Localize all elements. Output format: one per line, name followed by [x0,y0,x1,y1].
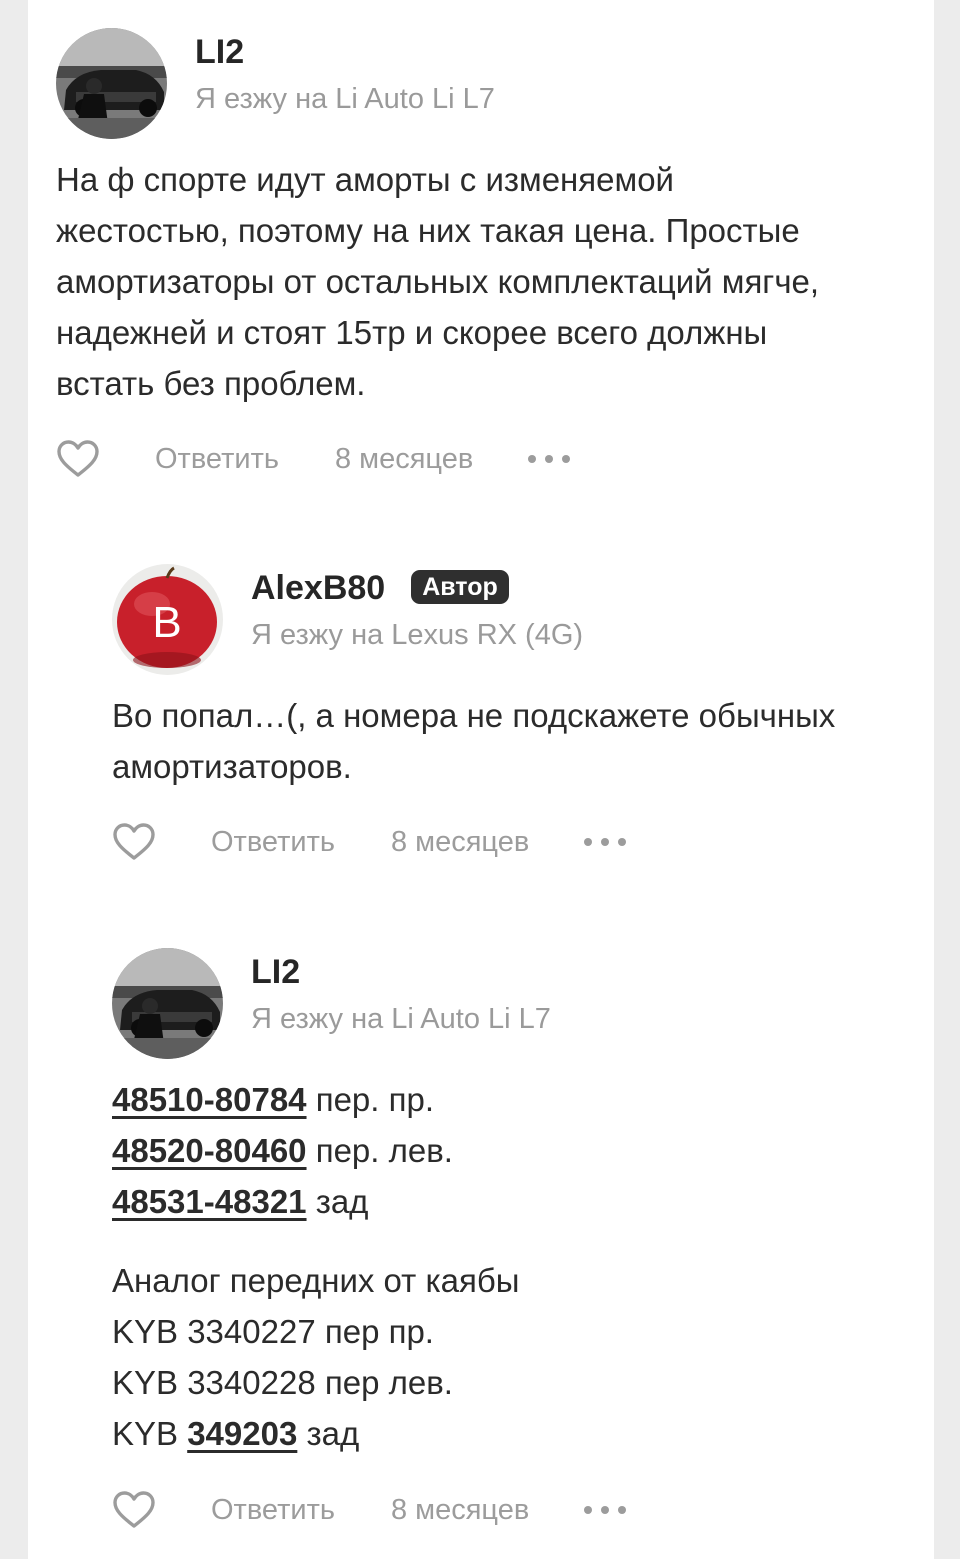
author-car[interactable]: Я езжу на Li Auto Li L7 [195,80,495,118]
author-name-text[interactable]: AlexB80 [251,569,385,607]
comments-card: LI2 Я езжу на Li Auto Li L7 На ф спорте … [28,0,934,1559]
analog-line: KYB 349203 зад [112,1408,960,1459]
comment-actions: Ответить 8 месяцев [112,822,627,862]
part-desc: пер. пр. [306,1081,435,1118]
author-name[interactable]: LI2 [251,950,300,994]
part-line: 48531-48321 зад [112,1176,960,1227]
part-desc: зад [297,1415,360,1452]
heart-icon[interactable] [56,439,100,479]
analog-title: Аналог передних от каябы [112,1262,520,1299]
text-line: амортизаторы от остальных комплектаций м… [56,263,820,300]
comment-time[interactable]: 8 месяцев [391,826,529,859]
reply-button[interactable]: Ответить [211,1494,335,1527]
avatar-letter: B [152,598,181,647]
author-car[interactable]: Я езжу на Li Auto Li L7 [251,1000,551,1038]
author-name[interactable]: LI2 [195,30,244,74]
comment-time[interactable]: 8 месяцев [335,443,473,476]
analog-line: KYB 3340228 пер лев. [112,1364,453,1401]
author-name[interactable]: AlexB80 Автор [251,566,509,610]
author-badge: Автор [411,570,509,605]
part-number-link[interactable]: 48520-80460 [112,1132,307,1169]
part-desc: пер. лев. [306,1132,453,1169]
analog-line: KYB 3340227 пер пр. [112,1313,434,1350]
part-number-link[interactable]: 48531-48321 [112,1183,307,1220]
reply-button[interactable]: Ответить [155,443,279,476]
text-line: встать без проблем. [56,365,366,402]
part-line: 48520-80460 пер. лев. [112,1125,960,1176]
part-number-link[interactable]: 349203 [187,1415,297,1452]
comment-actions: Ответить 8 месяцев [56,439,571,479]
part-number-link[interactable]: 48510-80784 [112,1081,307,1118]
text-line: надежней и стоят 15тр и скорее всего дол… [56,314,768,351]
kyb-prefix: KYB [112,1415,188,1452]
text-line: Во попал…(, а номера не подскажете обычн… [112,697,836,734]
author-car[interactable]: Я езжу на Lexus RX (4G) [251,616,583,654]
heart-icon[interactable] [112,822,156,862]
comment-text: На ф спорте идут аморты с изменяемой жес… [56,154,916,409]
comment-actions: Ответить 8 месяцев [112,1490,627,1530]
avatar[interactable] [56,28,167,139]
comment-text: Во попал…(, а номера не подскажете обычн… [112,690,960,792]
avatar[interactable]: B [112,564,223,675]
text-line: жестостью, поэтому на них такая цена. Пр… [56,212,800,249]
text-line: На ф спорте идут аморты с изменяемой [56,161,674,198]
part-line: 48510-80784 пер. пр. [112,1074,960,1125]
more-options-icon[interactable] [584,1490,627,1530]
more-options-icon[interactable] [528,439,571,479]
avatar[interactable] [112,948,223,1059]
reply-button[interactable]: Ответить [211,826,335,859]
text-line: амортизаторов. [112,748,352,785]
comment-text: 48510-80784 пер. пр. 48520-80460 пер. ле… [112,1074,960,1459]
comment-time[interactable]: 8 месяцев [391,1494,529,1527]
heart-icon[interactable] [112,1490,156,1530]
more-options-icon[interactable] [584,822,627,862]
part-desc: зад [306,1183,369,1220]
